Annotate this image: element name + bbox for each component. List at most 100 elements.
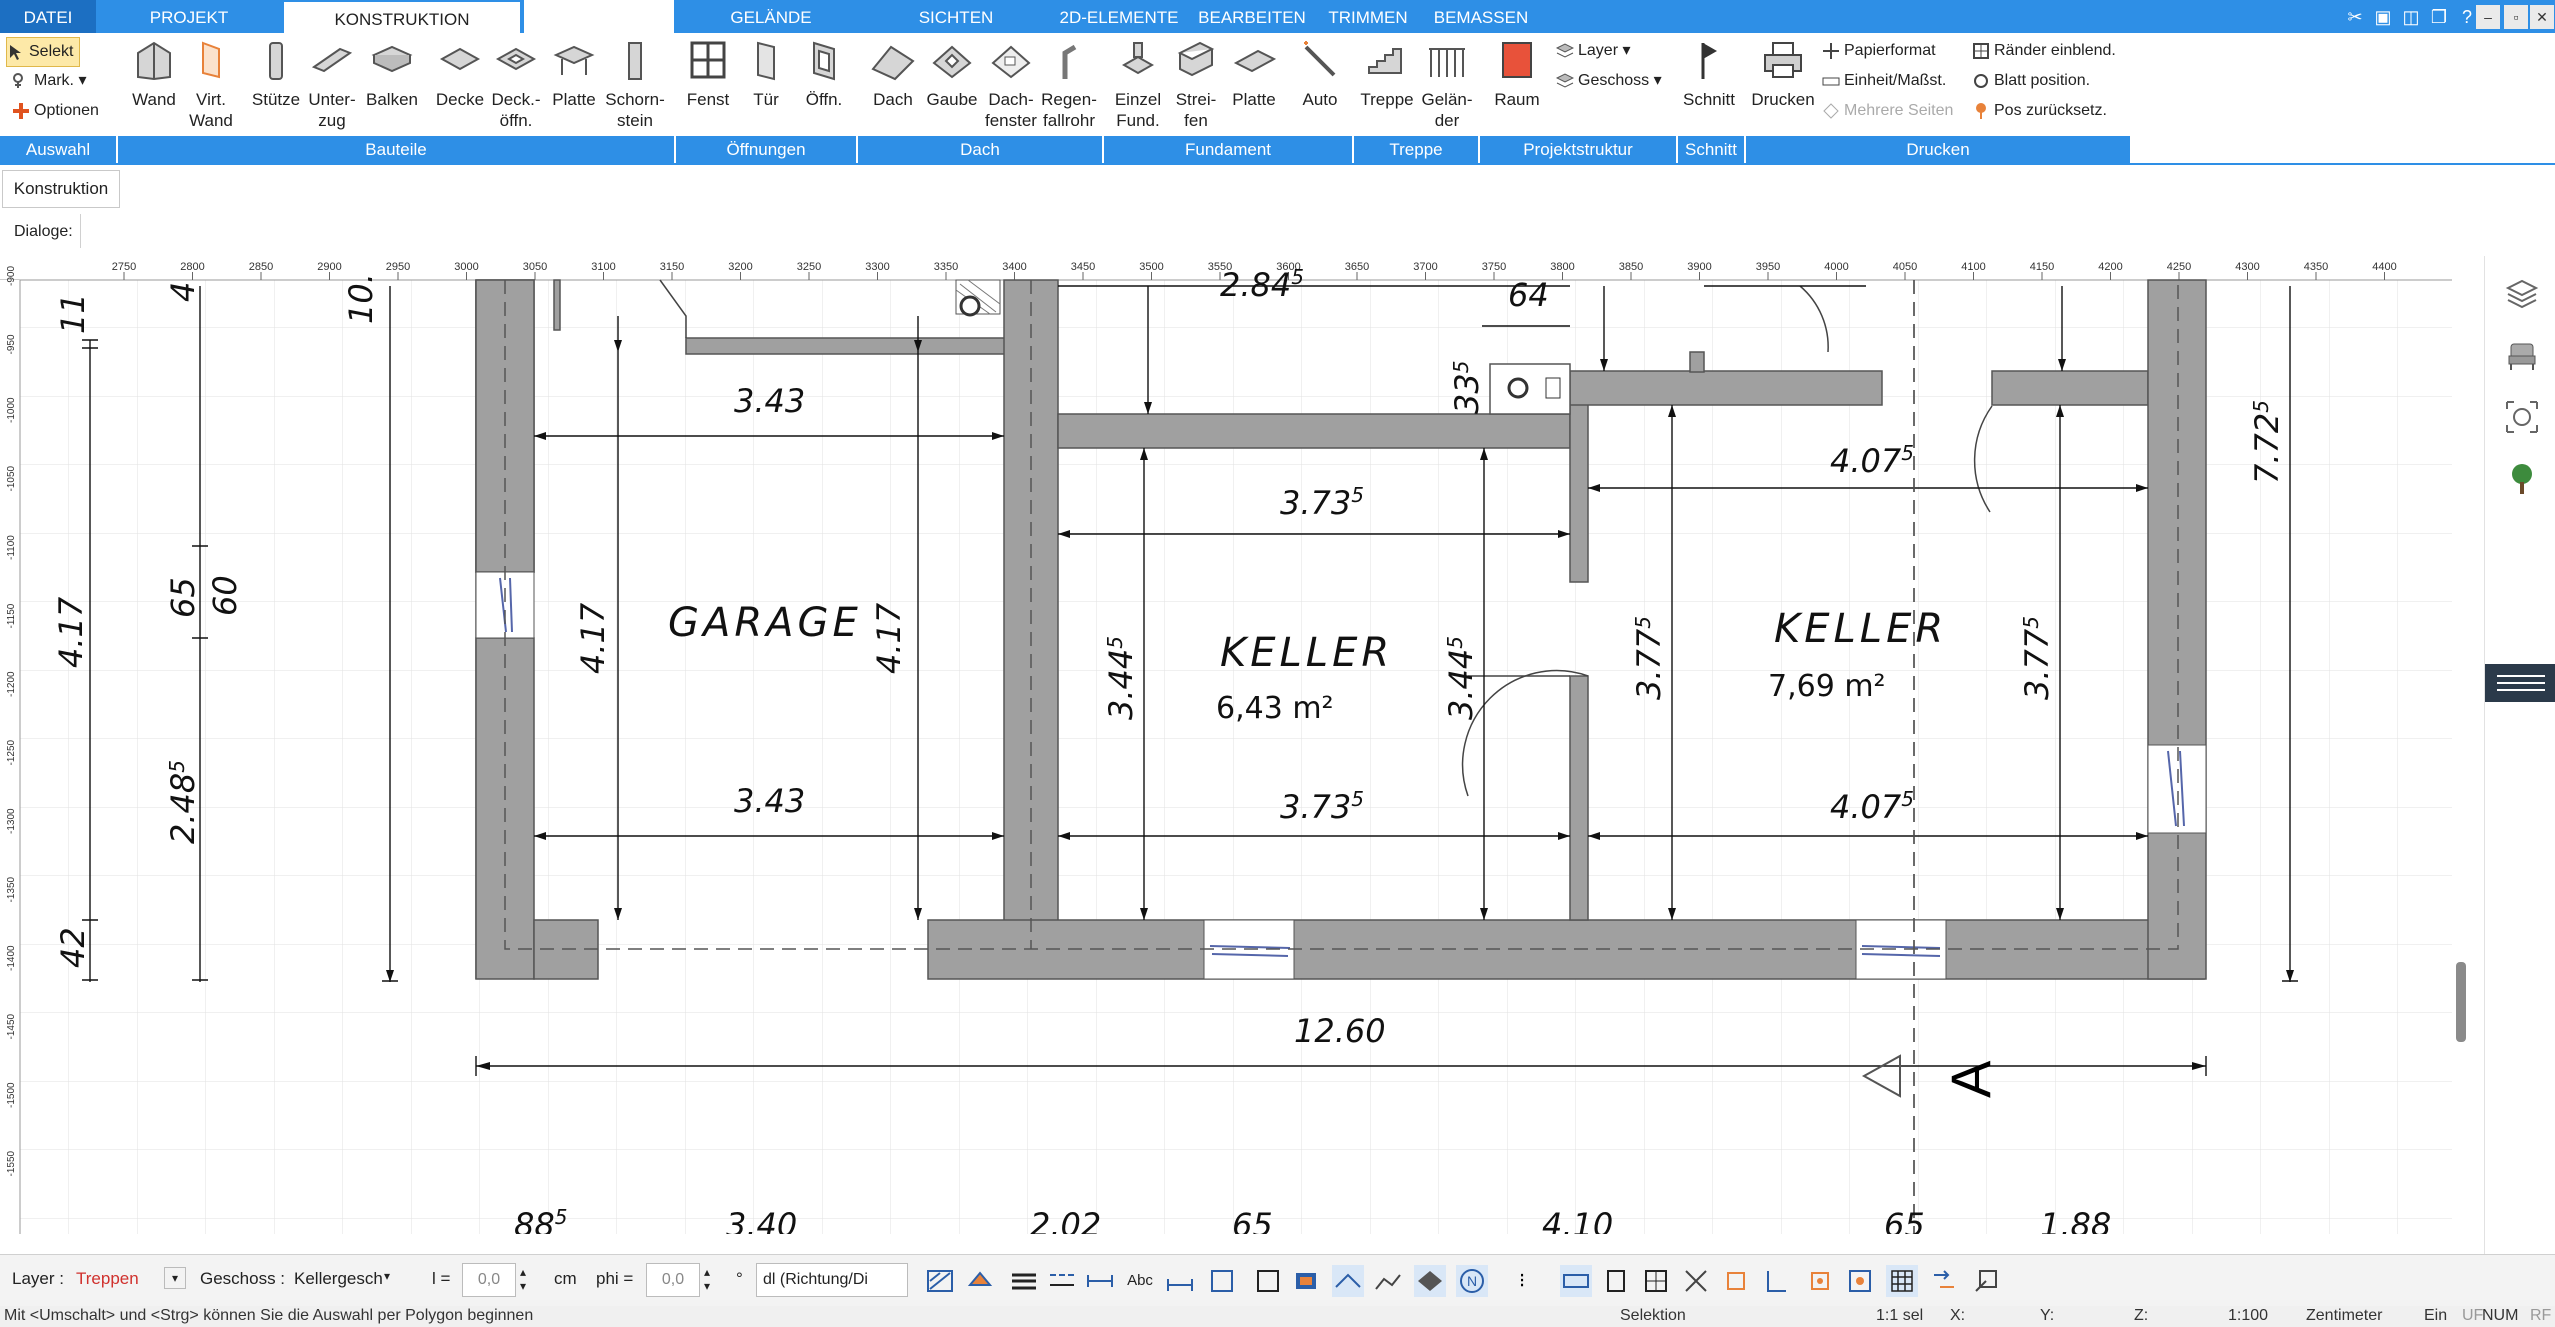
fenster-button[interactable]: Fenst (680, 39, 736, 110)
transfer-icon[interactable] (1928, 1265, 1960, 1297)
mark-button[interactable]: Mark. ▾ (12, 67, 86, 95)
select-frame-icon[interactable] (1252, 1265, 1284, 1297)
konstruktion-dialog-tab[interactable]: Konstruktion (2, 170, 120, 208)
tab-konstruktion[interactable]: KONSTRUKTION (284, 0, 520, 35)
view-2-icon[interactable] (1600, 1265, 1632, 1297)
floor-plan-drawing[interactable]: 2750 2800 2850 2900 2950 3000 3050 3100 3150 3200… (0, 256, 2480, 1234)
dimension-style-icon[interactable] (1084, 1265, 1116, 1297)
balken-button[interactable]: Balken (362, 39, 422, 110)
auto-button[interactable]: Auto (1292, 39, 1348, 110)
einheit-button[interactable]: Einheit/Maßst. (1822, 67, 1946, 95)
grid-toggle-icon[interactable] (1886, 1265, 1918, 1297)
view-6-icon[interactable] (1760, 1265, 1792, 1297)
optionen-button[interactable]: Optionen (12, 97, 99, 125)
streifen-button[interactable]: Strei- fen (1168, 39, 1224, 131)
furniture-icon[interactable] (2505, 338, 2539, 372)
unterzug-button[interactable]: Unter- zug (302, 39, 362, 131)
minimize-button[interactable]: – (2476, 5, 2500, 29)
geschoss-button[interactable]: Geschoss ▾ (1555, 67, 1662, 95)
wand-button[interactable]: Wand (126, 39, 182, 110)
l-stepper[interactable]: ▴ ▾ (520, 1265, 526, 1293)
selekt-button[interactable]: Selekt (6, 37, 81, 67)
view-7-icon[interactable] (1804, 1265, 1836, 1297)
pos-zuruecksetzen-button[interactable]: Pos zurücksetz. (1972, 97, 2107, 125)
line-weight-icon[interactable] (1008, 1265, 1040, 1297)
layer-dropdown[interactable]: ▾ (164, 1267, 186, 1289)
fill-icon[interactable] (964, 1265, 996, 1297)
panel-menu-button[interactable] (2485, 664, 2555, 702)
window-icon[interactable]: ◫ (2398, 4, 2424, 30)
blatt-position-button[interactable]: Blatt position. (1972, 67, 2090, 95)
einzelfund-button[interactable]: Einzel Fund. (1110, 39, 1166, 131)
tab-sichten[interactable]: SICHTEN (870, 0, 1042, 33)
dach-button[interactable]: Dach (866, 39, 920, 110)
tab-blank[interactable] (524, 0, 674, 33)
more-options-icon[interactable]: ⁝ (1506, 1265, 1538, 1297)
dachfenster-button[interactable]: Dach- fenster (982, 39, 1040, 131)
tab-projekt[interactable]: PROJEKT (96, 0, 282, 33)
regenfallrohr-button[interactable]: Regen- fallrohr (1038, 39, 1100, 131)
tab-bearbeiten[interactable]: BEARBEITEN (1196, 0, 1308, 33)
north-icon[interactable]: N (1456, 1265, 1488, 1297)
phi-stepper[interactable]: ▴ ▾ (704, 1265, 710, 1293)
view-8-icon[interactable] (1844, 1265, 1876, 1297)
tuer-button[interactable]: Tür (740, 39, 792, 110)
stairs-toggle-icon[interactable] (1372, 1265, 1404, 1297)
geschoss-value[interactable]: Kellergesch (294, 1269, 383, 1289)
platte-button[interactable]: Platte (546, 39, 602, 110)
roof-toggle-icon[interactable] (1332, 1265, 1364, 1297)
tools-icon[interactable]: ✂ (2342, 4, 2368, 30)
target-icon[interactable] (2505, 400, 2539, 434)
tab-2d-elemente[interactable]: 2D-ELEMENTE (1050, 0, 1188, 33)
clipboard-icon[interactable]: ▣ (2370, 4, 2396, 30)
decke-button[interactable]: Decke (432, 39, 488, 110)
oeffnung-button[interactable]: Öffn. (796, 39, 852, 110)
raender-button[interactable]: Ränder einblend. (1972, 37, 2116, 65)
frame-icon[interactable] (1206, 1265, 1238, 1297)
layer-value[interactable]: Treppen (76, 1269, 139, 1289)
view-5-icon[interactable] (1720, 1265, 1752, 1297)
layer-button[interactable]: Layer ▾ (1555, 37, 1631, 65)
layer-stack-icon[interactable] (1290, 1265, 1322, 1297)
l-input[interactable]: 0,0 (462, 1263, 516, 1297)
papierformat-button[interactable]: Papierformat (1822, 37, 1936, 65)
drawing-canvas[interactable]: 2750 2800 2850 2900 2950 3000 3050 3100 3150 3200… (0, 256, 2480, 1234)
snap-icon[interactable] (1414, 1265, 1446, 1297)
restore-icon[interactable]: ❐ (2426, 4, 2452, 30)
layers-panel-icon[interactable] (2505, 276, 2539, 310)
measure-icon[interactable] (1164, 1265, 1196, 1297)
schornstein-button[interactable]: Schorn- stein (602, 39, 668, 131)
fundamentplatte-button[interactable]: Platte (1226, 39, 1282, 110)
tab-trimmen[interactable]: TRIMMEN (1320, 0, 1416, 33)
stuetze-button[interactable]: Stütze (246, 39, 306, 110)
deckoeffn-button[interactable]: Deck.- öffn. (488, 39, 544, 131)
mehrere-seiten-button[interactable]: Mehrere Seiten (1822, 97, 1953, 125)
regenfallrohr-label: Regen- fallrohr (1041, 90, 1097, 130)
geschoss-dropdown-icon[interactable]: ▾ (384, 1269, 390, 1283)
raum-button[interactable]: Raum (1490, 39, 1544, 110)
tab-gelaende[interactable]: GELÄNDE (680, 0, 862, 33)
view-3-icon[interactable] (1640, 1265, 1672, 1297)
vertical-scrollbar[interactable] (2452, 256, 2480, 1234)
tab-datei[interactable]: DATEI (0, 0, 96, 33)
close-button[interactable]: ✕ (2530, 5, 2554, 29)
text-style-icon[interactable]: Abc (1124, 1265, 1156, 1297)
maximize-button[interactable]: ▫ (2504, 5, 2528, 29)
dl-select[interactable]: dl (Richtung/Di (756, 1263, 908, 1297)
vertical-scroll-thumb[interactable] (2456, 962, 2466, 1042)
tab-bemassen[interactable]: BEMASSEN (1428, 0, 1534, 33)
view-4-icon[interactable] (1680, 1265, 1712, 1297)
gelaender-button[interactable]: Gelän- der (1418, 39, 1476, 131)
tree-icon[interactable] (2505, 462, 2539, 496)
gaube-button[interactable]: Gaube (924, 39, 980, 110)
phi-input[interactable]: 0,0 (646, 1263, 700, 1297)
view-1-icon[interactable] (1560, 1265, 1592, 1297)
export-icon[interactable] (1970, 1265, 2002, 1297)
hatch-icon[interactable] (924, 1265, 956, 1297)
schnitt-button[interactable]: Schnitt (1680, 39, 1738, 110)
dim-left-60: 60 (206, 575, 244, 616)
line-style-icon[interactable] (1046, 1265, 1078, 1297)
treppe-button[interactable]: Treppe (1358, 39, 1416, 110)
drucken-button[interactable]: Drucken (1750, 39, 1816, 110)
virt-wand-button[interactable]: Virt. Wand (184, 39, 238, 131)
